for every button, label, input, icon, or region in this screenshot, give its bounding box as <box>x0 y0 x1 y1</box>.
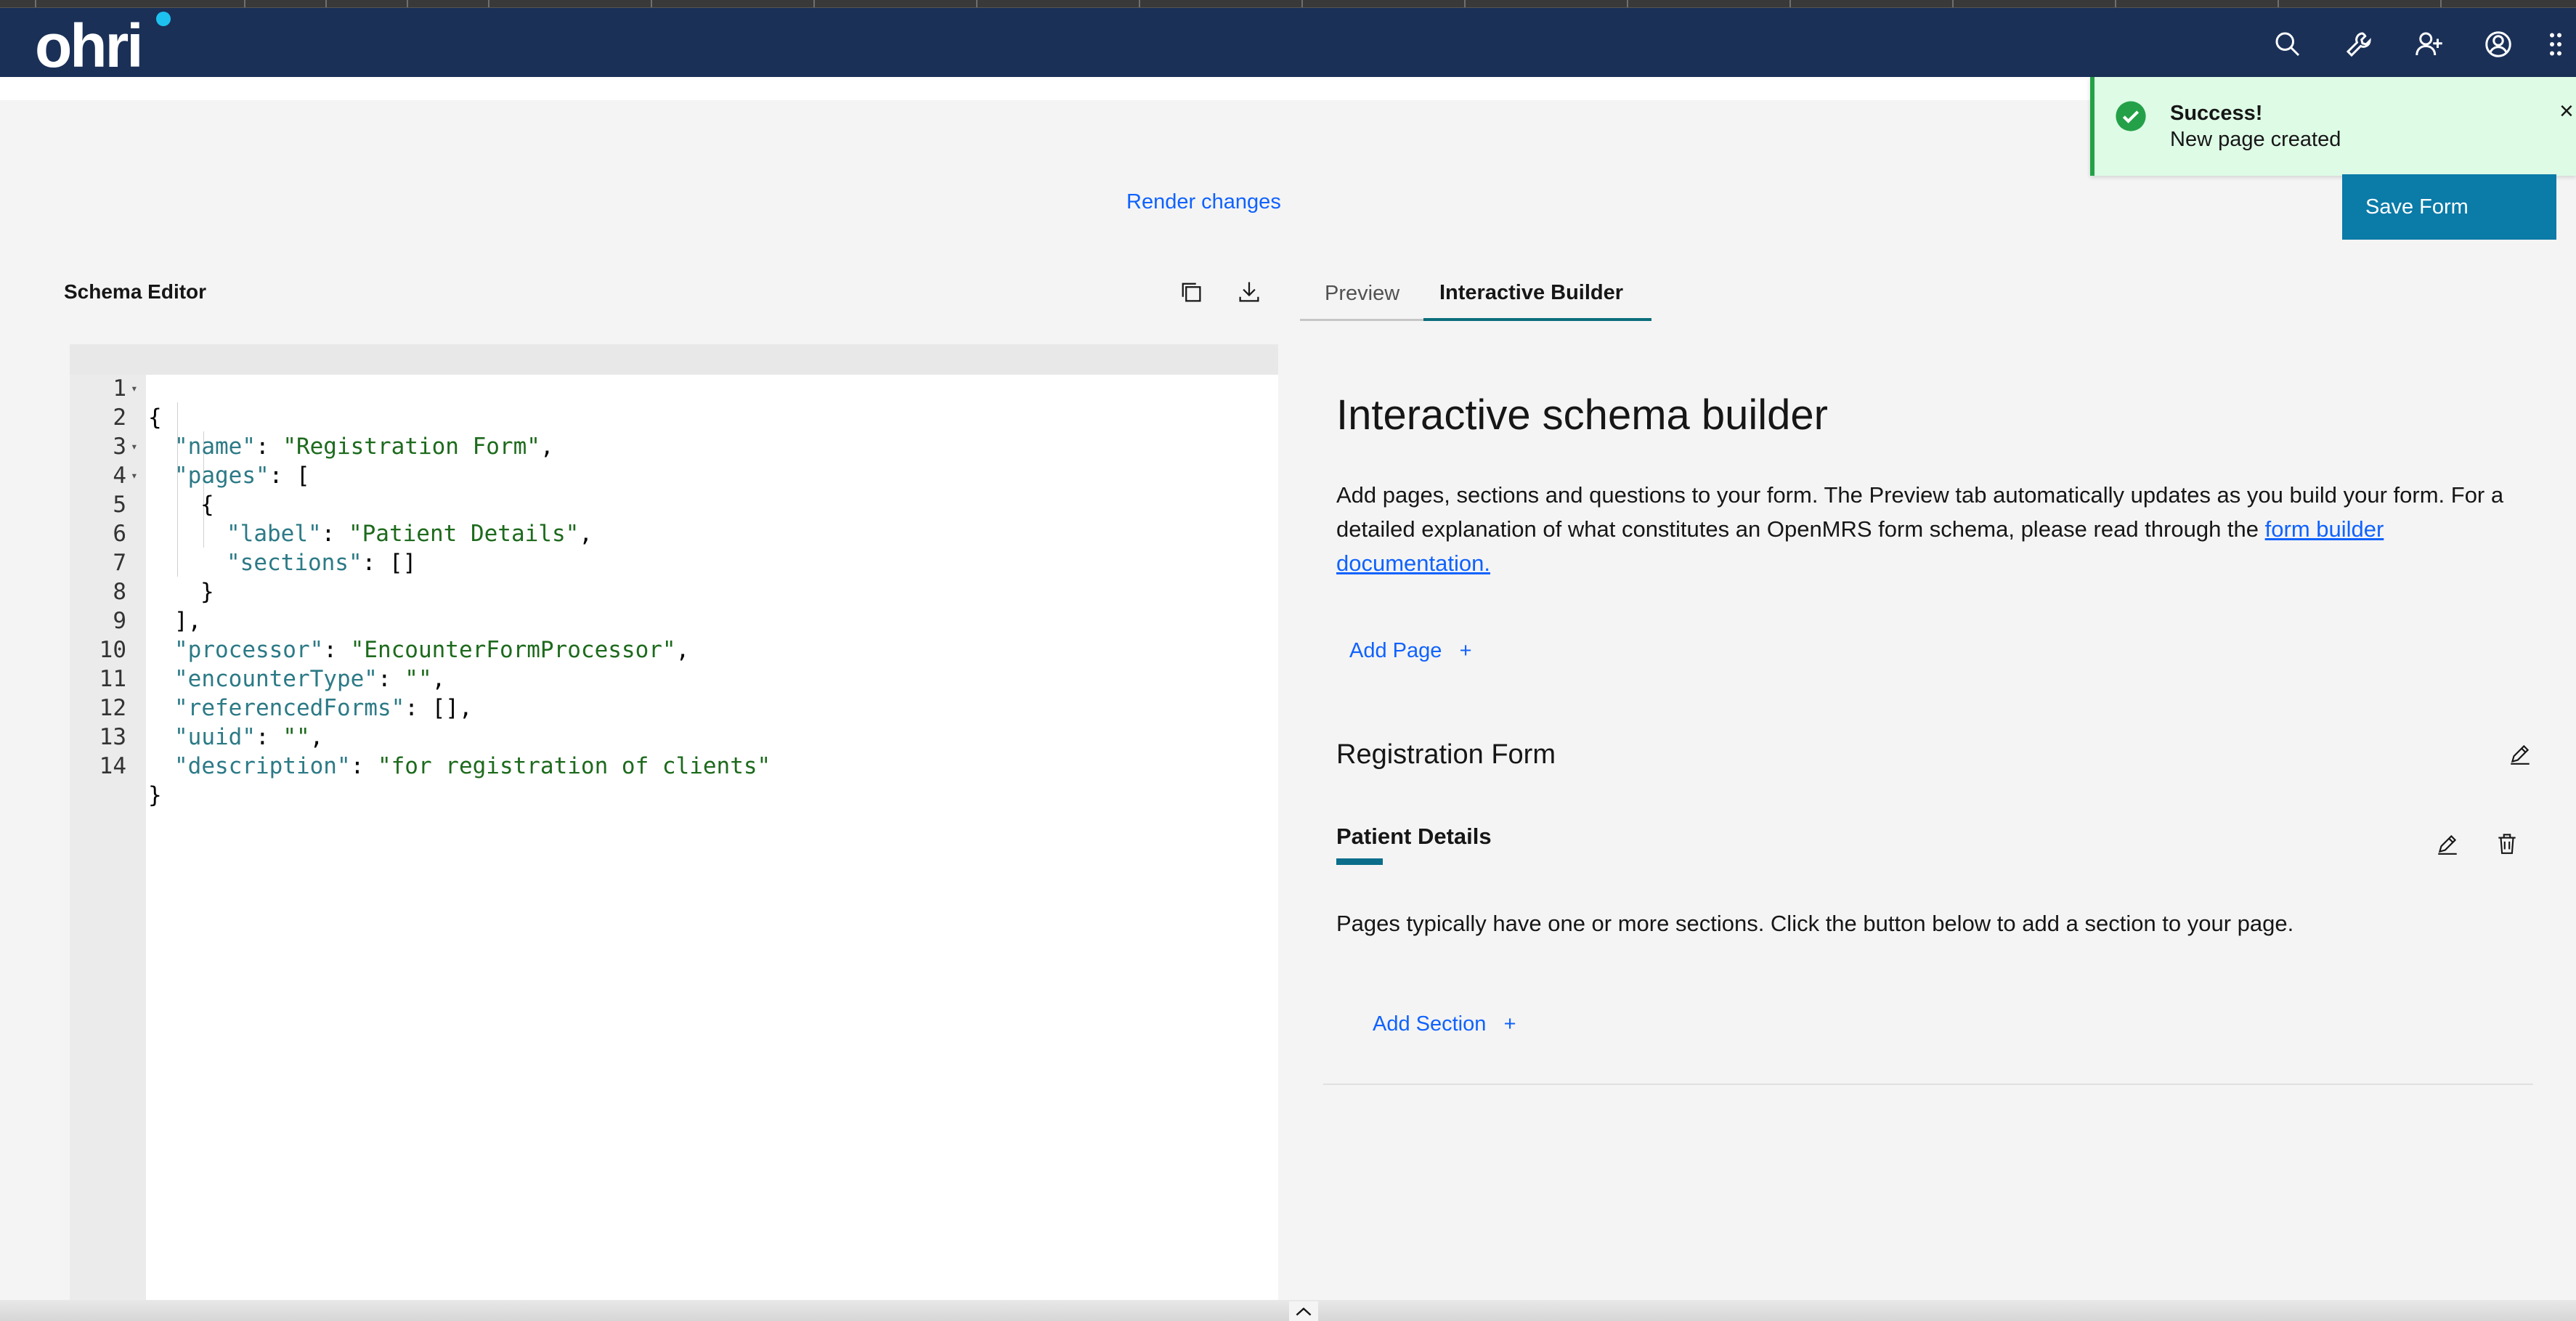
strip-tick <box>1301 0 1303 7</box>
checkmark-circle-icon <box>2116 101 2146 131</box>
tab-interactive-builder[interactable]: Interactive Builder <box>1423 267 1651 321</box>
code-line: 11 "referencedForms": [], <box>99 666 473 721</box>
add-user-icon[interactable] <box>2410 25 2447 63</box>
success-toast: Success! New page created × <box>2090 77 2576 176</box>
render-changes-button[interactable]: Render changes <box>1126 190 1281 214</box>
strip-tick <box>2115 0 2116 7</box>
schema-editor-title: Schema Editor <box>64 280 207 303</box>
toast-subtitle: New page created <box>2170 128 2341 151</box>
builder-description: Add pages, sections and questions to you… <box>1336 482 2504 576</box>
strip-tick <box>976 0 978 7</box>
search-icon[interactable] <box>2269 25 2307 63</box>
code-line: 3 ▾ "pages": [ <box>113 434 310 489</box>
builder-heading: Interactive schema builder <box>1336 391 1828 439</box>
code-line: 1 ▾ { <box>113 375 162 431</box>
copy-icon[interactable] <box>1175 276 1207 308</box>
user-avatar-icon[interactable] <box>2479 25 2517 63</box>
form-name-heading: Registration Form <box>1336 739 1556 770</box>
code-line: 10 "encounterType": "", <box>99 637 446 692</box>
code-line: 5 "label": "Patient Details", <box>113 492 593 547</box>
app-header: ohri <box>0 8 2576 77</box>
logo-dot <box>156 12 171 26</box>
strip-tick <box>1139 0 1140 7</box>
plus-icon: + <box>1503 1012 1516 1036</box>
strip-tick <box>1952 0 1954 7</box>
strip-tick <box>813 0 815 7</box>
code-line: 14 } <box>99 753 162 808</box>
edit-form-name-icon[interactable] <box>2504 738 2536 770</box>
strip-tick <box>407 0 408 7</box>
add-page-button[interactable]: Add Page + <box>1349 639 1472 663</box>
page-underline <box>1336 858 1383 865</box>
code-line: 7 } <box>113 550 214 605</box>
code-line: 2 "name": "Registration Form", <box>113 405 554 460</box>
strip-tick <box>1627 0 1628 7</box>
code-line: 12 "uuid": "", <box>99 695 324 750</box>
tab-preview[interactable]: Preview <box>1300 267 1423 321</box>
strip-tick <box>488 0 489 7</box>
code-line: 4 ▾ { <box>113 463 214 518</box>
chevron-up-icon[interactable] <box>1289 1301 1318 1321</box>
app-switcher-icon[interactable] <box>2543 25 2575 63</box>
section-divider <box>1323 1084 2533 1085</box>
strip-tick <box>35 0 36 7</box>
strip-tick <box>2278 0 2279 7</box>
strip-tick <box>1789 0 1791 7</box>
code-line: 6 "sections": [] <box>113 521 417 576</box>
code-line: 9 "processor": "EncounterFormProcessor", <box>113 608 690 663</box>
code-editor[interactable]: 1 ▾ { 2 "name": "Registration Form", 3 ▾ "… <box>70 344 1278 1321</box>
delete-page-icon[interactable] <box>2491 828 2523 860</box>
top-strip <box>0 0 2576 8</box>
bottom-shade <box>0 1300 2576 1321</box>
builder-tabs: Preview Interactive Builder <box>1300 267 1651 321</box>
strip-tick <box>244 0 245 7</box>
edit-page-icon[interactable] <box>2431 828 2463 860</box>
code-line: 13 "description": "for registration of c… <box>99 724 771 779</box>
page-label[interactable]: Patient Details <box>1336 824 1492 850</box>
download-icon[interactable] <box>1233 276 1265 308</box>
sections-help-text: Pages typically have one or more section… <box>1336 911 2294 936</box>
plus-icon: + <box>1459 639 1472 662</box>
save-form-button[interactable]: Save Form <box>2342 174 2556 240</box>
strip-tick <box>325 0 327 7</box>
add-section-button[interactable]: Add Section + <box>1373 1012 1516 1036</box>
strip-tick <box>1464 0 1466 7</box>
toast-close-icon[interactable]: × <box>2559 97 2574 126</box>
code-line: 8 ], <box>113 579 202 634</box>
toast-title: Success! <box>2170 102 2263 125</box>
tools-icon[interactable] <box>2340 25 2378 63</box>
strip-tick <box>2440 0 2442 7</box>
strip-tick <box>651 0 652 7</box>
ohri-logo[interactable]: ohri <box>35 15 144 76</box>
